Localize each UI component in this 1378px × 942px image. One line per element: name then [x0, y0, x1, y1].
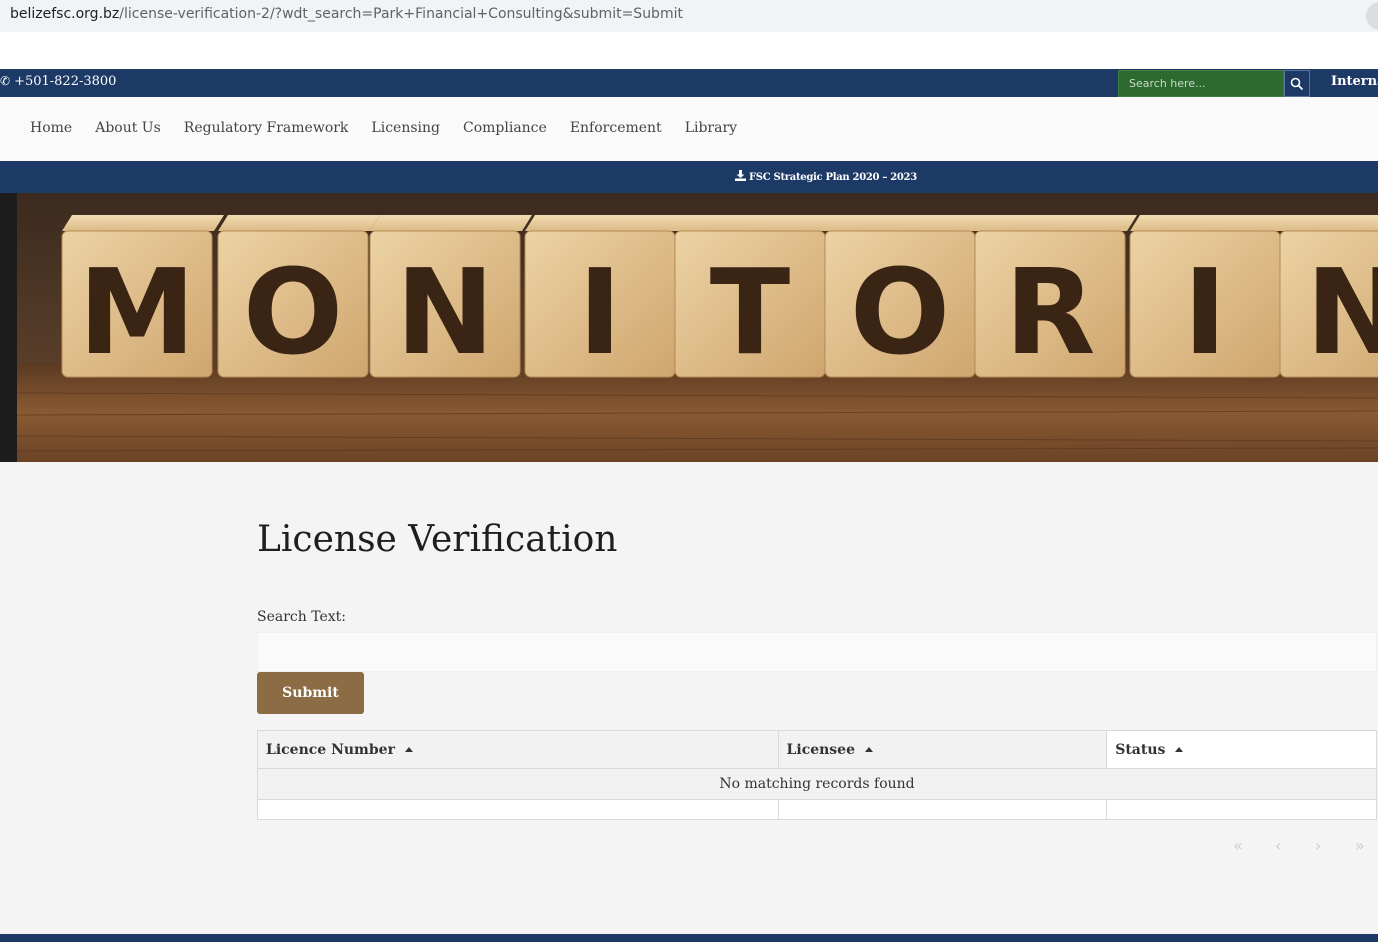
phone-number: +501-822-3800 — [14, 74, 117, 89]
svg-text:I: I — [578, 243, 622, 381]
svg-text:I: I — [1183, 243, 1227, 381]
pagination-prev-button[interactable]: ‹ — [1275, 836, 1281, 856]
svg-text:M: M — [78, 243, 195, 381]
nav-item-home[interactable]: Home — [30, 120, 72, 136]
nav-item-about-us[interactable]: About Us — [95, 120, 161, 136]
pagination-first-button[interactable]: « — [1233, 836, 1243, 856]
site-search-button[interactable] — [1284, 70, 1310, 97]
phone-icon: ✆ — [0, 74, 11, 88]
pagination-next-button[interactable]: › — [1315, 836, 1321, 856]
browser-control-button[interactable] — [1366, 2, 1378, 30]
page-title: License Verification — [257, 519, 618, 560]
nav-item-library[interactable]: Library — [685, 120, 737, 136]
sort-ascending-icon — [1175, 746, 1184, 752]
letter-block: R — [974, 215, 1137, 381]
table-row-empty: No matching records found — [257, 768, 1377, 800]
license-results-table: Licence Number Licensee Status No matchi… — [257, 730, 1377, 820]
url-path: /license-verification-2/?wdt_search=Park… — [119, 6, 683, 22]
no-records-message: No matching records found — [257, 768, 1377, 800]
svg-text:O: O — [243, 243, 343, 381]
strategic-plan-label: FSC Strategic Plan 2020 – 2023 — [749, 172, 917, 183]
footer-strip — [0, 934, 1378, 942]
hero-banner: MONITORIN — [0, 193, 1378, 462]
column-header-licensee[interactable]: Licensee — [777, 730, 1108, 769]
address-text[interactable]: belizefsc.org.bz/license-verification-2/… — [10, 6, 683, 22]
submit-button[interactable]: Submit — [257, 672, 364, 714]
download-icon — [735, 170, 746, 181]
svg-text:N: N — [1306, 243, 1378, 381]
strategic-plan-bar: FSC Strategic Plan 2020 – 2023 — [0, 161, 1378, 193]
monitoring-blocks-image: MONITORIN — [0, 193, 1378, 462]
main-navigation: Home About Us Regulatory Framework Licen… — [0, 97, 1378, 161]
letter-block: O — [217, 215, 380, 381]
nav-item-enforcement[interactable]: Enforcement — [570, 120, 662, 136]
browser-blank-strip — [0, 32, 1378, 69]
browser-url-bar[interactable]: belizefsc.org.bz/license-verification-2/… — [0, 0, 1378, 32]
strategic-plan-link[interactable]: FSC Strategic Plan 2020 – 2023 — [735, 170, 917, 183]
column-header-licence-number[interactable]: Licence Number — [257, 730, 779, 769]
svg-text:T: T — [710, 243, 791, 381]
column-header-label: Licence Number — [266, 741, 395, 758]
letter-block: N — [369, 215, 532, 381]
sort-ascending-icon — [865, 746, 873, 752]
nav-item-regulatory-framework[interactable]: Regulatory Framework — [184, 120, 349, 136]
table-cell — [777, 799, 1108, 820]
site-search-box — [1118, 70, 1284, 97]
table-header-row: Licence Number Licensee Status — [257, 730, 1377, 769]
column-header-label: Licensee — [786, 741, 855, 758]
column-header-status[interactable]: Status — [1106, 730, 1377, 769]
letter-block: T — [674, 215, 837, 381]
nav-item-licensing[interactable]: Licensing — [371, 120, 440, 136]
svg-text:R: R — [1005, 243, 1096, 381]
sort-ascending-icon — [404, 746, 413, 752]
top-info-bar: ✆+501-822-3800 Internat — [0, 69, 1378, 97]
letter-block: O — [824, 215, 987, 381]
table-cell — [1106, 799, 1377, 820]
site-search-input[interactable] — [1119, 71, 1283, 96]
letter-block: N — [1279, 215, 1378, 381]
letter-block: I — [524, 215, 687, 381]
search-text-input[interactable] — [257, 632, 1377, 672]
pagination-last-button[interactable]: » — [1355, 836, 1365, 856]
table-cell — [257, 799, 779, 820]
column-header-label: Status — [1115, 741, 1166, 758]
letter-block: M — [61, 215, 224, 381]
search-icon — [1290, 77, 1304, 90]
url-host: belizefsc.org.bz — [10, 6, 120, 22]
svg-text:N: N — [396, 243, 495, 381]
phone-contact[interactable]: ✆ +501-822-3800 — [0, 74, 116, 89]
nav-item-compliance[interactable]: Compliance — [463, 120, 547, 136]
svg-text:O: O — [850, 243, 950, 381]
letter-block: I — [1129, 215, 1292, 381]
international-link[interactable]: Internat — [1331, 74, 1378, 89]
search-text-label: Search Text: — [257, 609, 346, 625]
table-footer-row — [257, 799, 1377, 820]
